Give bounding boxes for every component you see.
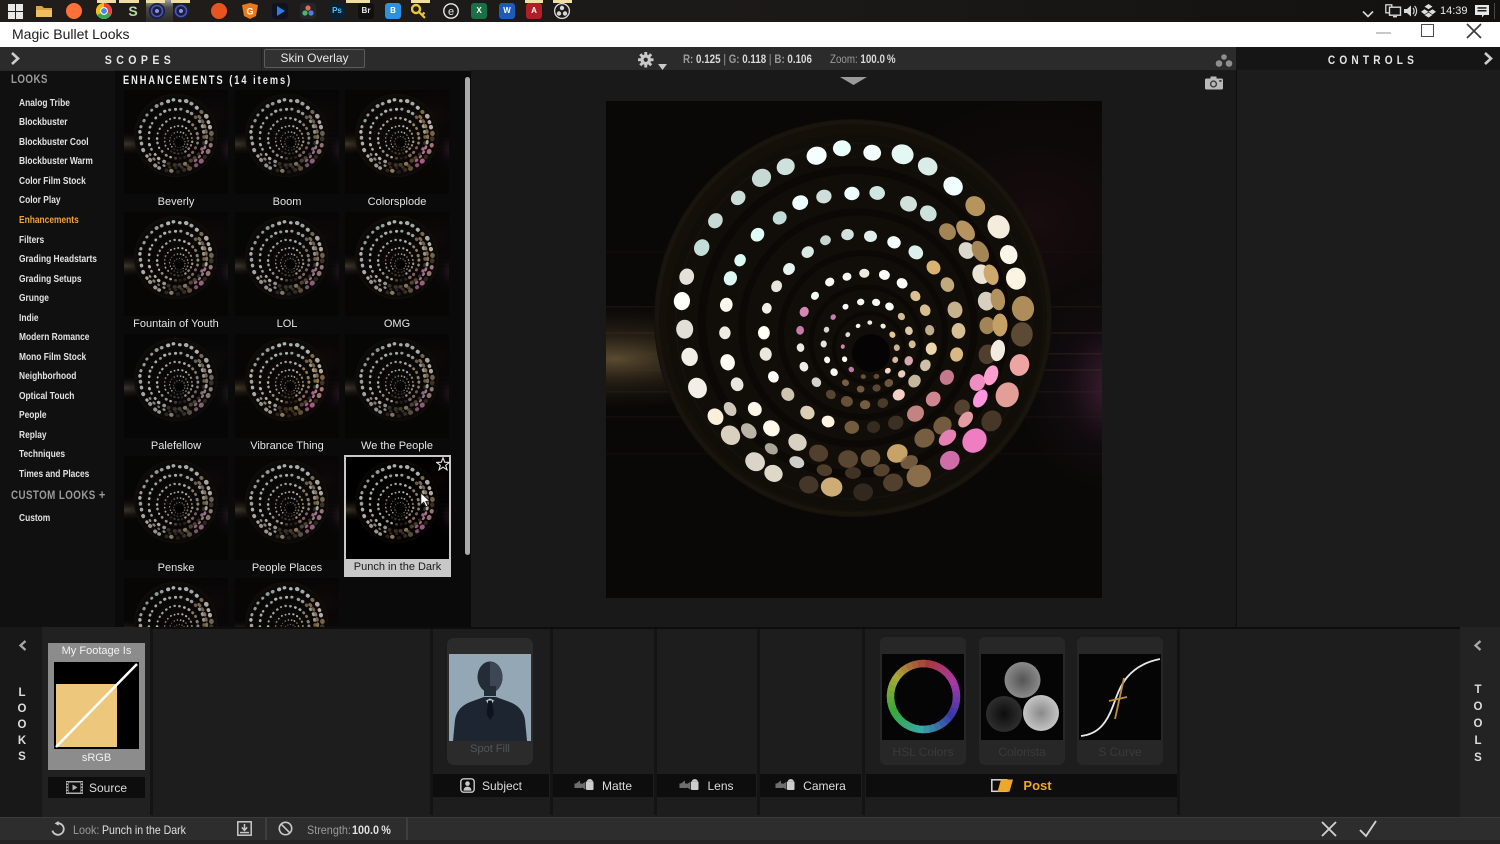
svg-text:G: G xyxy=(246,7,253,17)
svg-text:e: e xyxy=(448,6,454,18)
